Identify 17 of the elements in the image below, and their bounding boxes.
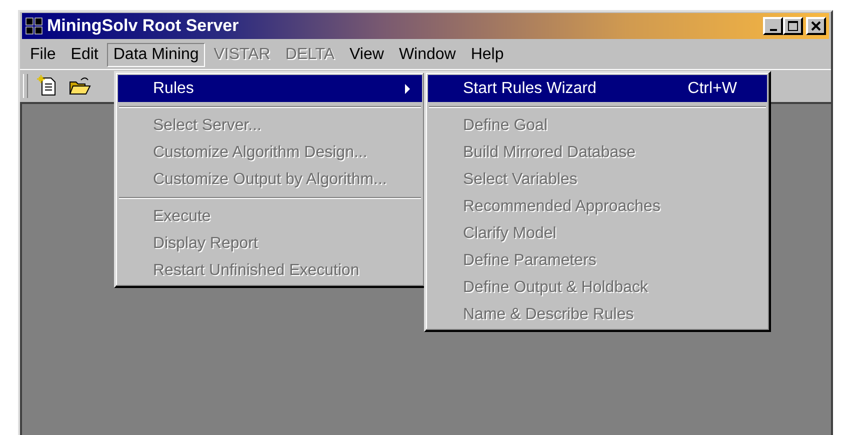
menu-option[interactable]: Start Rules Wizard Ctrl+W bbox=[428, 75, 767, 102]
app-icon bbox=[25, 17, 43, 35]
menu-item[interactable]: View bbox=[344, 43, 390, 67]
menu-item[interactable]: File bbox=[24, 43, 62, 67]
menu-item[interactable]: Edit bbox=[64, 43, 104, 67]
minimize-icon bbox=[770, 29, 776, 31]
close-icon bbox=[811, 21, 821, 31]
maximize-icon bbox=[788, 21, 798, 31]
menu-item[interactable]: Data Mining bbox=[107, 43, 205, 67]
menu-option[interactable]: Rules bbox=[118, 75, 422, 102]
maximize-button[interactable] bbox=[783, 17, 803, 35]
menu-item[interactable]: Help bbox=[464, 43, 510, 67]
minimize-button[interactable] bbox=[763, 17, 783, 35]
close-button[interactable] bbox=[806, 17, 826, 35]
window-title: MiningSolv Root Server bbox=[47, 16, 239, 36]
toolbar-grip[interactable] bbox=[23, 74, 28, 98]
menu-item[interactable]: Window bbox=[392, 43, 462, 67]
